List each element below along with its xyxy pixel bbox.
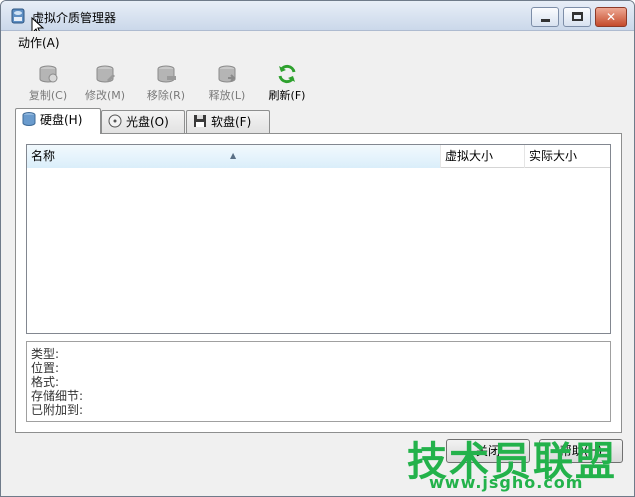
copy-button[interactable]: 复制(C) [18, 59, 78, 103]
app-icon [11, 8, 25, 24]
column-name-label: 名称 [31, 149, 56, 163]
minimize-icon [541, 19, 550, 22]
toolbar: 复制(C) 修改(M) 移除(R) 释放(L) 刷新(F) [1, 59, 634, 103]
close-window-button[interactable]: ✕ [595, 7, 627, 27]
remove-button[interactable]: 移除(R) [136, 59, 196, 103]
tab-hard-disk[interactable]: 硬盘(H) [15, 108, 101, 134]
remove-disk-icon [157, 65, 176, 83]
menu-bar: 动作(A) [1, 31, 634, 51]
detail-format: 格式: [31, 375, 60, 389]
floppy-disk-icon [194, 115, 206, 127]
hard-disk-icon [22, 112, 36, 126]
release-disk-icon [218, 65, 236, 83]
detail-attached: 已附加到: [31, 403, 84, 417]
modify-button[interactable]: 修改(M) [75, 59, 135, 103]
detail-type: 类型: [31, 347, 60, 361]
media-manager-window: 虚拟介质管理器 ✕ 动作(A) 复制(C) 修改(M) 移除(R) 释放(L) … [0, 0, 635, 497]
site-watermark: 技术员联盟 www.jsgho.com [407, 429, 632, 495]
details-pane: 类型: 位置: 格式: 存储细节: 已附加到: [26, 341, 611, 422]
release-button[interactable]: 释放(L) [197, 59, 257, 103]
minimize-button[interactable] [531, 7, 559, 27]
release-label: 释放(L) [208, 89, 246, 102]
refresh-label: 刷新(F) [268, 89, 306, 102]
tab-floppy-label: 软盘(F) [211, 115, 252, 129]
optical-disc-icon [108, 114, 122, 128]
refresh-button[interactable]: 刷新(F) [257, 59, 317, 103]
title-bar[interactable]: 虚拟介质管理器 ✕ [1, 1, 634, 31]
media-list[interactable]: 名称 ▲ 虚拟大小 实际大小 [26, 144, 611, 334]
tab-optical[interactable]: 光盘(O) [101, 110, 185, 133]
remove-label: 移除(R) [146, 89, 186, 102]
maximize-icon [572, 12, 583, 21]
refresh-icon [278, 64, 296, 84]
tab-floppy[interactable]: 软盘(F) [186, 110, 270, 133]
maximize-button[interactable] [563, 7, 591, 27]
menu-action[interactable]: 动作(A) [18, 34, 60, 51]
tab-hard-disk-label: 硬盘(H) [40, 113, 83, 127]
watermark-url: www.jsgho.com [429, 473, 584, 492]
detail-location: 位置: [31, 361, 60, 375]
column-virtual-size[interactable]: 虚拟大小 [441, 145, 525, 168]
close-icon: ✕ [605, 10, 617, 24]
column-name[interactable]: 名称 ▲ [27, 145, 441, 168]
sort-ascending-icon: ▲ [230, 151, 237, 160]
hard-disk-panel: 名称 ▲ 虚拟大小 实际大小 类型: 位置: 格式: 存储细节: 已附加到: [15, 133, 622, 433]
copy-label: 复制(C) [28, 89, 68, 102]
column-actual-size[interactable]: 实际大小 [525, 145, 612, 168]
modify-disk-icon [96, 65, 115, 83]
tab-optical-label: 光盘(O) [126, 115, 169, 129]
copy-disk-icon [39, 65, 58, 83]
list-header: 名称 ▲ 虚拟大小 实际大小 [27, 145, 610, 168]
detail-storage: 存储细节: [31, 389, 84, 403]
modify-label: 修改(M) [84, 89, 126, 102]
